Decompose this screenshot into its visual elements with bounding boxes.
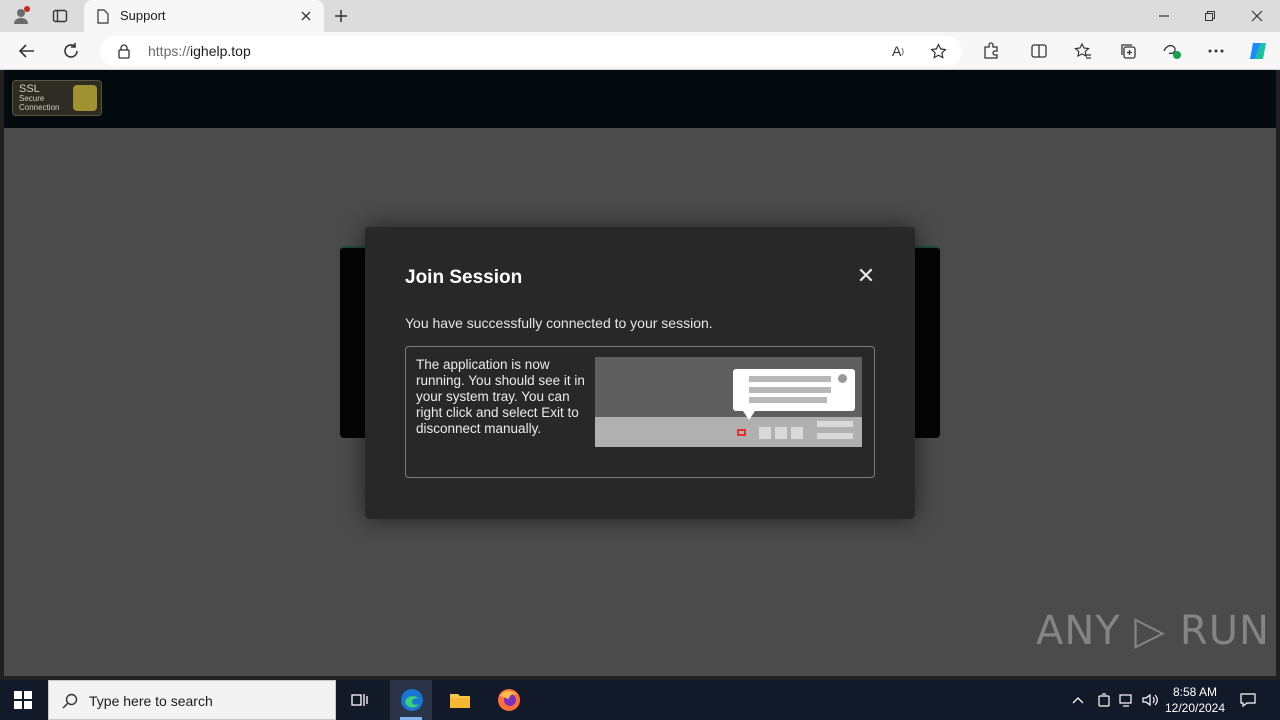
illustration-line — [817, 433, 853, 439]
tab-title: Support — [120, 8, 166, 23]
close-window-icon[interactable] — [1243, 6, 1271, 26]
ssl-lock-icon — [73, 85, 97, 111]
extensions-icon[interactable] — [980, 40, 1002, 62]
show-hidden-icons-icon[interactable] — [1068, 690, 1088, 710]
search-placeholder: Type here to search — [89, 693, 213, 709]
url-scheme: https:// — [148, 43, 191, 59]
illustration-line — [749, 387, 831, 393]
network-icon[interactable] — [1117, 690, 1137, 710]
clock-date: 12/20/2024 — [1164, 701, 1226, 715]
back-icon[interactable] — [16, 40, 38, 62]
profile-icon[interactable] — [10, 5, 32, 27]
task-view-icon[interactable] — [348, 690, 372, 710]
minimize-icon[interactable] — [1150, 6, 1178, 26]
illustration-line — [817, 421, 853, 427]
address-bar[interactable]: https://ighelp.top A) — [100, 36, 962, 66]
browser-titlebar: Support — [0, 0, 1280, 32]
page-viewport: SSL Secure Connection Join Session ✕ You… — [4, 70, 1276, 676]
info-text: The application is now running. You shou… — [416, 357, 585, 436]
device-icon[interactable] — [1094, 690, 1114, 710]
ssl-badge-line2: Secure — [19, 94, 45, 103]
join-session-dialog: Join Session ✕ You have successfully con… — [365, 227, 915, 519]
close-dialog-button[interactable]: ✕ — [855, 265, 877, 287]
url-host: ighelp.top — [190, 43, 251, 59]
illustration-notification — [733, 369, 855, 411]
system-tray-illustration — [595, 357, 862, 447]
site-header: SSL Secure Connection — [4, 70, 1276, 128]
tab-support[interactable]: Support — [84, 0, 324, 32]
illustration-line — [749, 397, 827, 403]
tray-icon — [775, 427, 787, 439]
browser-essentials-icon[interactable] — [1161, 40, 1183, 62]
info-icon — [838, 374, 847, 383]
volume-icon[interactable] — [1140, 690, 1160, 710]
edge-icon[interactable] — [399, 687, 425, 713]
split-screen-icon[interactable] — [1028, 40, 1050, 62]
taskbar-clock[interactable]: 8:58 AM 12/20/2024 — [1160, 684, 1230, 716]
anyrun-watermark: ANY ▷ RUN — [1036, 608, 1270, 654]
copilot-icon[interactable] — [1246, 39, 1270, 63]
ssl-badge-text: SSL Secure Connection — [19, 84, 60, 113]
ssl-badge-line3: Connection — [19, 103, 60, 112]
collections-icon[interactable] — [1117, 40, 1139, 62]
firefox-icon[interactable] — [496, 687, 522, 713]
read-aloud-icon[interactable]: A) — [888, 42, 908, 60]
browser-toolbar: https://ighelp.top A) — [0, 32, 1280, 70]
search-icon — [61, 692, 79, 710]
windows-start-icon[interactable] — [12, 690, 34, 710]
clock-time: 8:58 AM — [1172, 685, 1218, 699]
new-tab-icon[interactable] — [330, 5, 352, 27]
ssl-secure-badge: SSL Secure Connection — [12, 80, 102, 116]
info-box: The application is now running. You shou… — [405, 346, 875, 478]
url-text[interactable]: https://ighelp.top — [148, 43, 251, 59]
favorite-star-icon[interactable] — [928, 42, 948, 60]
notifications-icon[interactable] — [1238, 690, 1258, 710]
favorites-icon[interactable] — [1072, 40, 1094, 62]
dialog-title: Join Session — [405, 267, 523, 288]
windows-taskbar: Type here to search 8:58 AM 12/20/2024 — [0, 680, 1280, 720]
tray-icon — [791, 427, 803, 439]
close-tab-icon[interactable] — [298, 8, 314, 24]
restore-icon[interactable] — [1196, 6, 1224, 26]
illustration-line — [749, 376, 831, 382]
taskbar-search-input[interactable]: Type here to search — [48, 680, 336, 720]
app-tray-icon — [737, 429, 746, 436]
tab-actions-icon[interactable] — [50, 6, 70, 26]
lock-icon[interactable] — [116, 43, 132, 59]
more-options-icon[interactable] — [1205, 40, 1227, 62]
tray-icon — [759, 427, 771, 439]
illustration-bubble-tail — [743, 411, 755, 420]
file-explorer-icon[interactable] — [447, 688, 473, 712]
dialog-message: You have successfully connected to your … — [405, 315, 713, 331]
page-icon — [96, 8, 110, 24]
refresh-icon[interactable] — [60, 40, 82, 62]
